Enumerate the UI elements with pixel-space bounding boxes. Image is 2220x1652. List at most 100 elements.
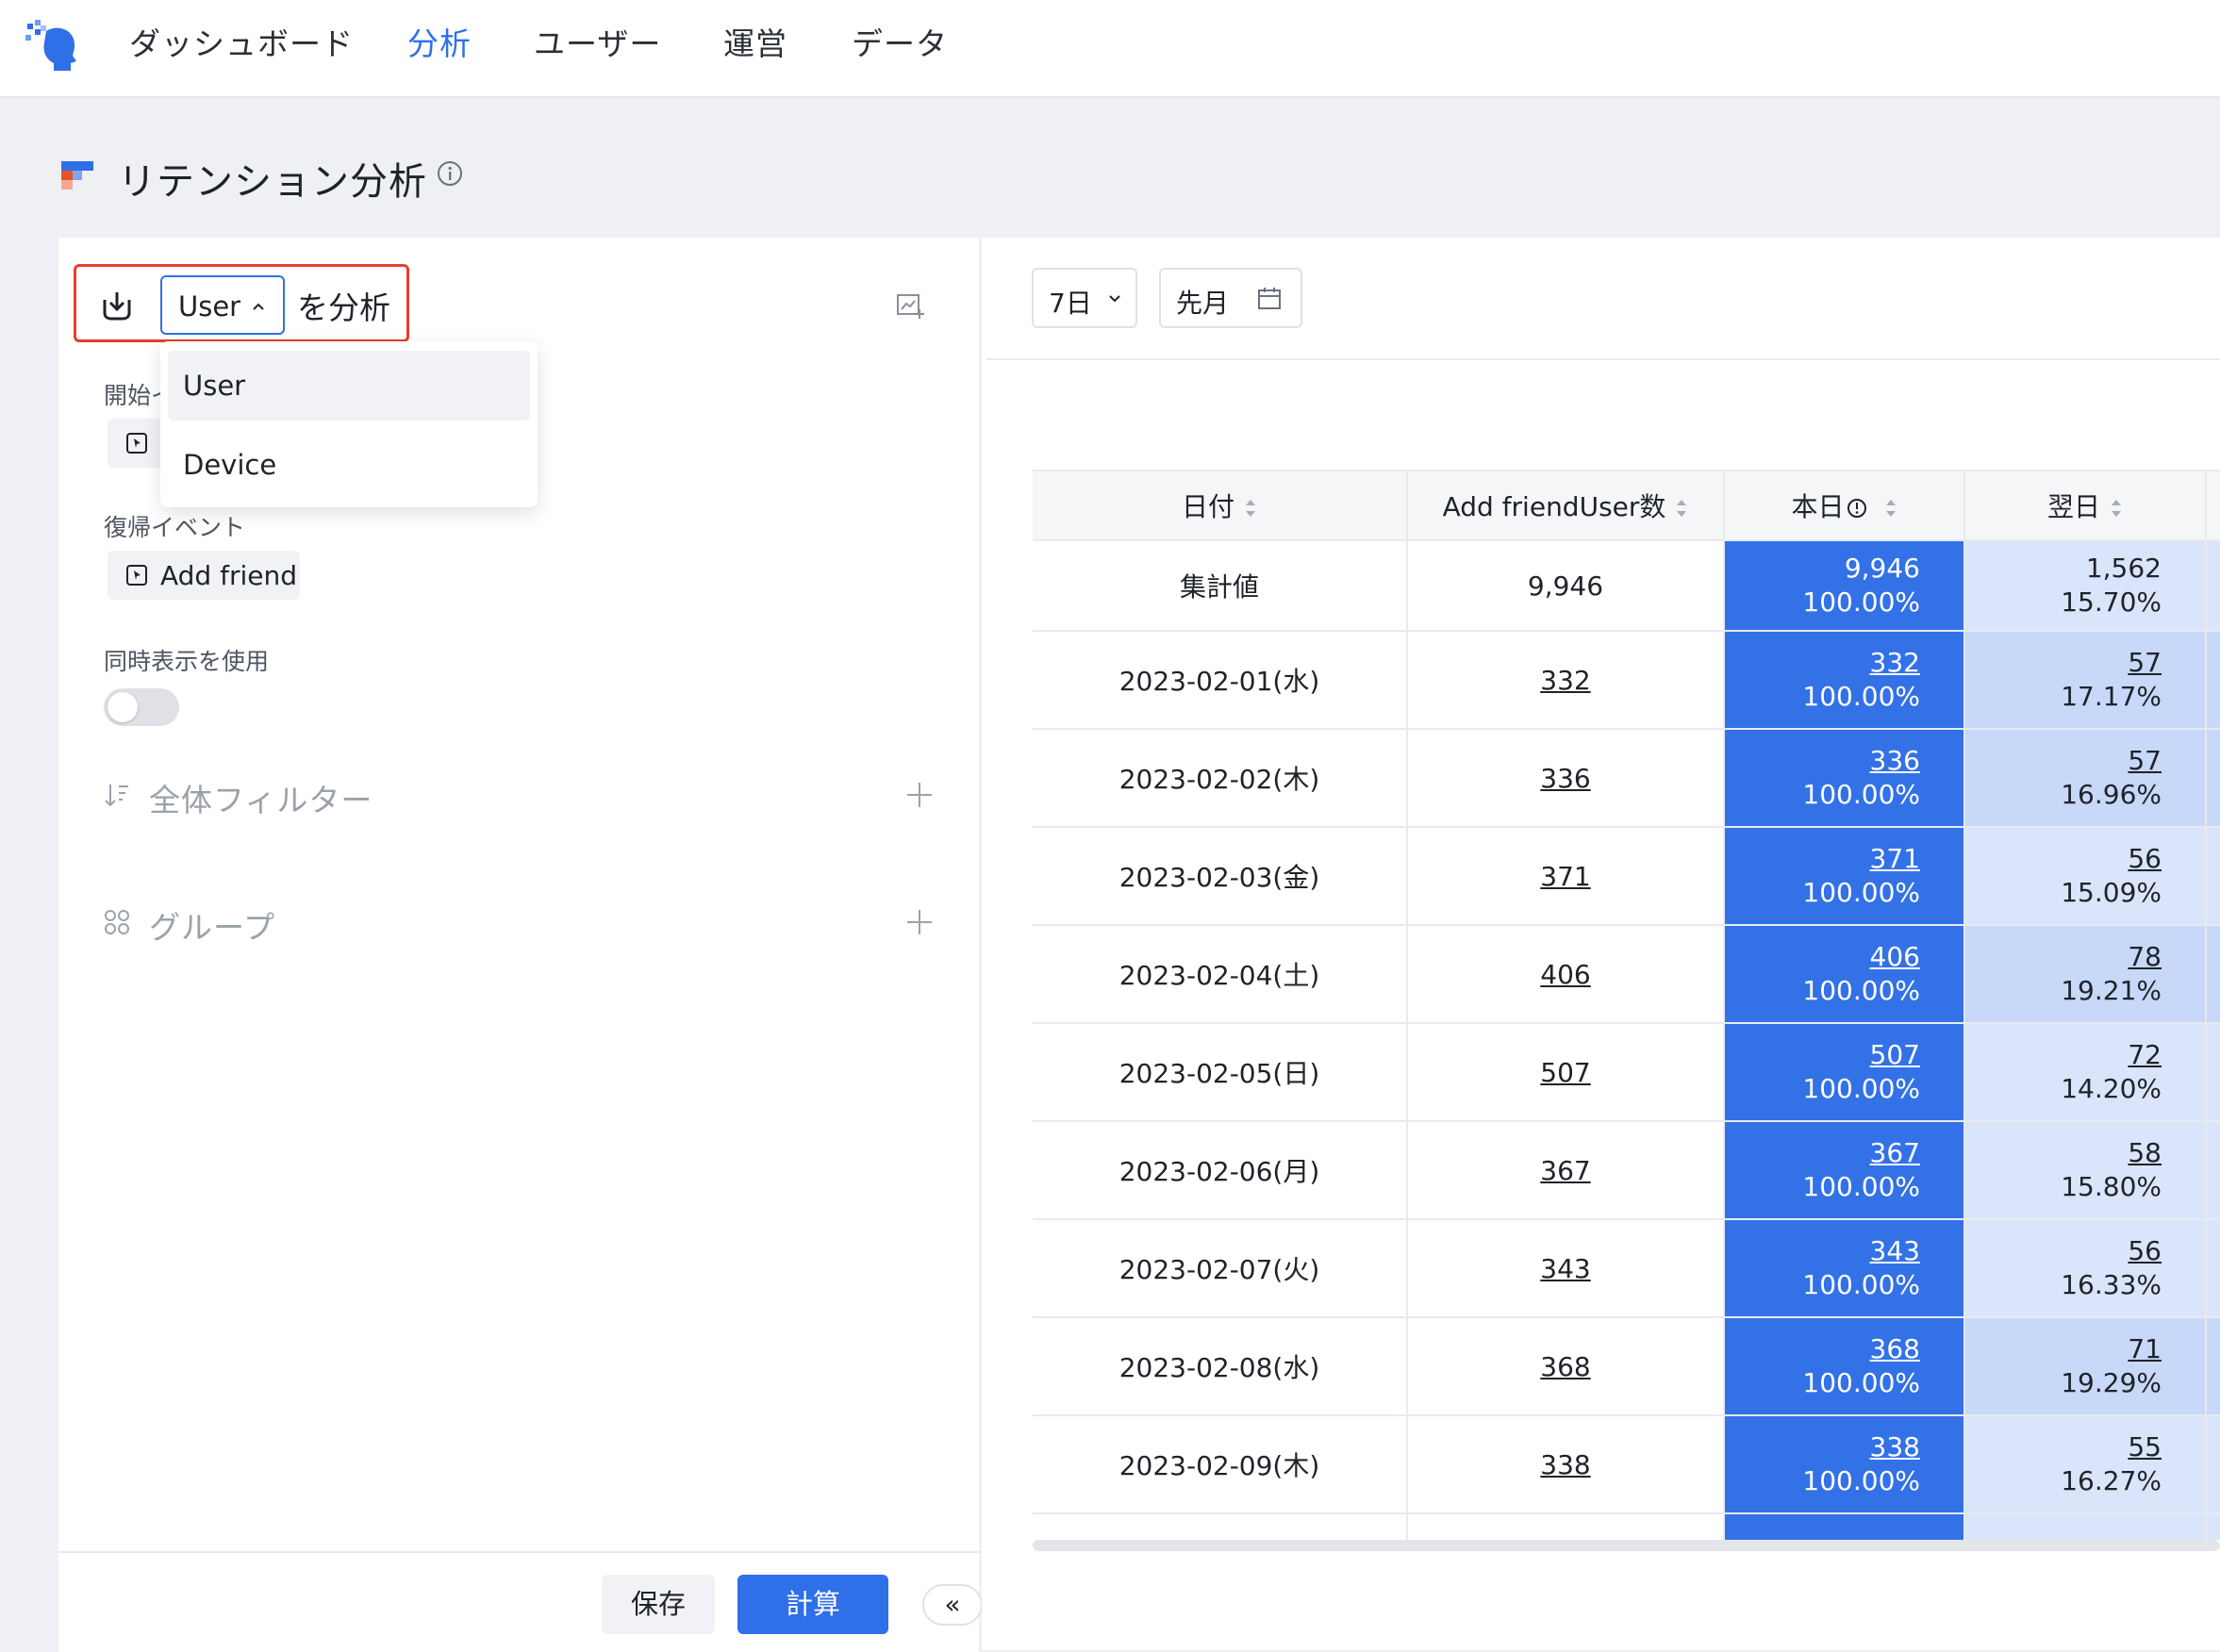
sort-icon [1246,500,1255,517]
row-day1-link[interactable]: 57 [2128,745,2162,776]
row-day1-pct: 19.21% [2061,975,2162,1006]
next-col-cell [2206,540,2220,632]
row-day0-link[interactable]: 507 [1870,1039,1920,1070]
subject-select[interactable]: User [160,275,285,335]
row-day1-link[interactable]: 71 [2128,1333,2162,1364]
row-count-link[interactable]: 343 [1540,1253,1590,1284]
app-logo-icon[interactable] [25,20,80,74]
row-day1-link[interactable]: 72 [2128,1039,2162,1070]
row-count-link[interactable]: 332 [1540,665,1590,696]
sort-icon [2112,500,2121,517]
calculate-button[interactable]: 計算 [737,1575,888,1634]
row-day1-cell [1964,1513,2207,1540]
sort-icon [1885,500,1896,517]
add-filter-plus-icon[interactable] [905,781,934,809]
nav-users[interactable]: ユーザー [534,21,661,68]
simultaneous-label: 同時表示を使用 [104,648,270,675]
row-count-cell: 332 [1407,631,1725,730]
row-day0-link[interactable]: 367 [1870,1137,1920,1168]
row-day0-pct: 100.00% [1802,681,1920,712]
date-range-picker[interactable]: 先月 [1159,268,1302,328]
next-col-cell [2206,827,2220,926]
chart-add-icon[interactable] [895,290,925,321]
info-icon[interactable] [437,160,463,187]
collapse-panel-button[interactable]: « [922,1584,983,1626]
row-count-cell: 367 [1407,1121,1725,1220]
row-day0-link[interactable]: 406 [1870,941,1920,972]
horizontal-scrollbar[interactable] [1033,1540,2220,1551]
row-date: 2023-02-02(木) [1033,729,1408,828]
col-header-next [2206,470,2220,541]
row-count-cell: 368 [1407,1317,1725,1416]
nav-dashboard[interactable]: ダッシュボード [129,21,354,68]
col-header-day0[interactable]: 本日 [1724,470,1965,541]
nav-analysis[interactable]: 分析 [407,21,472,68]
row-day0-link[interactable]: 336 [1870,745,1920,776]
col-header-day1[interactable]: 翌日 [1964,470,2207,541]
table-row: 2023-02-02(木) 336 336 100.00% 57 16.96% [1033,729,2220,828]
row-date: 2023-02-09(木) [1033,1415,1408,1514]
period-select[interactable]: 7日 [1032,268,1137,328]
dropdown-option-device[interactable]: Device [168,430,530,500]
row-day0-pct: 100.00% [1802,779,1920,810]
row-day0-link[interactable]: 338 [1870,1431,1920,1462]
add-group-plus-icon[interactable] [905,908,934,936]
subject-icon [103,292,131,321]
start-event-chip[interactable] [108,419,164,468]
table-header-row: 日付 Add friendUser数 本日 翌日 [1033,470,2220,541]
dropdown-option-user[interactable]: User [168,351,530,421]
simultaneous-toggle[interactable] [104,688,179,726]
row-count-link[interactable]: 338 [1540,1449,1590,1480]
return-event-chip[interactable]: Add friend [108,551,300,600]
header-label: 翌日 [2046,491,2100,522]
row-day1-link[interactable]: 78 [2128,941,2162,972]
col-header-user-count[interactable]: Add friendUser数 [1407,470,1725,541]
total-day0-cell: 9,946 100.00% [1724,540,1965,632]
row-day0-cell: 336 100.00% [1724,729,1965,828]
row-day0-cell: 332 100.00% [1724,631,1965,730]
row-day0-cell: 371 100.00% [1724,827,1965,926]
col-header-date[interactable]: 日付 [1033,470,1408,541]
row-day0-link[interactable]: 332 [1870,647,1920,678]
row-day1-link[interactable]: 56 [2128,1235,2162,1266]
nav-data[interactable]: データ [852,21,948,68]
row-day0-pct: 100.00% [1802,877,1920,908]
row-count-link[interactable]: 368 [1540,1351,1590,1382]
row-day1-pct: 14.20% [2061,1073,2162,1104]
calendar-icon [1258,288,1281,309]
row-day1-pct: 15.09% [2061,877,2162,908]
row-count-link[interactable]: 406 [1540,959,1590,990]
row-day0-link[interactable]: 371 [1870,843,1920,874]
retention-table-scroll[interactable]: 日付 Add friendUser数 本日 翌日 集計値 9,946 9,946… [1033,470,2220,1540]
row-day1-cell: 71 19.29% [1964,1317,2207,1416]
next-col-cell [2206,1317,2220,1416]
row-day1-cell: 56 16.33% [1964,1219,2207,1318]
row-day1-pct: 19.29% [2061,1367,2162,1398]
page-title: リテンション分析 [118,160,427,204]
row-date: 2023-02-07(火) [1033,1219,1408,1318]
dropdown-option-label: User [183,370,246,402]
info-icon[interactable] [1847,498,1867,519]
row-count-link[interactable]: 367 [1540,1155,1590,1186]
row-day1-link[interactable]: 57 [2128,647,2162,678]
nav-operations[interactable]: 運営 [723,21,787,68]
total-day0-value: 9,946 [1844,553,1920,584]
next-col-cell [2206,925,2220,1024]
row-count-link[interactable]: 507 [1540,1057,1590,1088]
row-day1-link[interactable]: 56 [2128,843,2162,874]
row-count-cell: 371 [1407,827,1725,926]
row-date: 2023-02-08(水) [1033,1317,1408,1416]
sort-icon [1677,500,1687,517]
row-day0-cell: 507 100.00% [1724,1023,1965,1122]
save-button[interactable]: 保存 [602,1575,715,1634]
row-day1-link[interactable]: 58 [2128,1137,2162,1168]
row-count-link[interactable]: 371 [1540,861,1590,892]
row-day0-link[interactable]: 368 [1870,1333,1920,1364]
row-count-link[interactable]: 336 [1540,763,1590,794]
row-day0-cell: 343 100.00% [1724,1219,1965,1318]
total-day0-pct: 100.00% [1802,586,1920,618]
table-row: 2023-02-06(月) 367 367 100.00% 58 15.80% [1033,1121,2220,1220]
row-day1-link[interactable]: 55 [2128,1431,2162,1462]
row-day0-link[interactable]: 343 [1870,1235,1920,1266]
global-filter-label: 全体フィルター [149,782,373,818]
